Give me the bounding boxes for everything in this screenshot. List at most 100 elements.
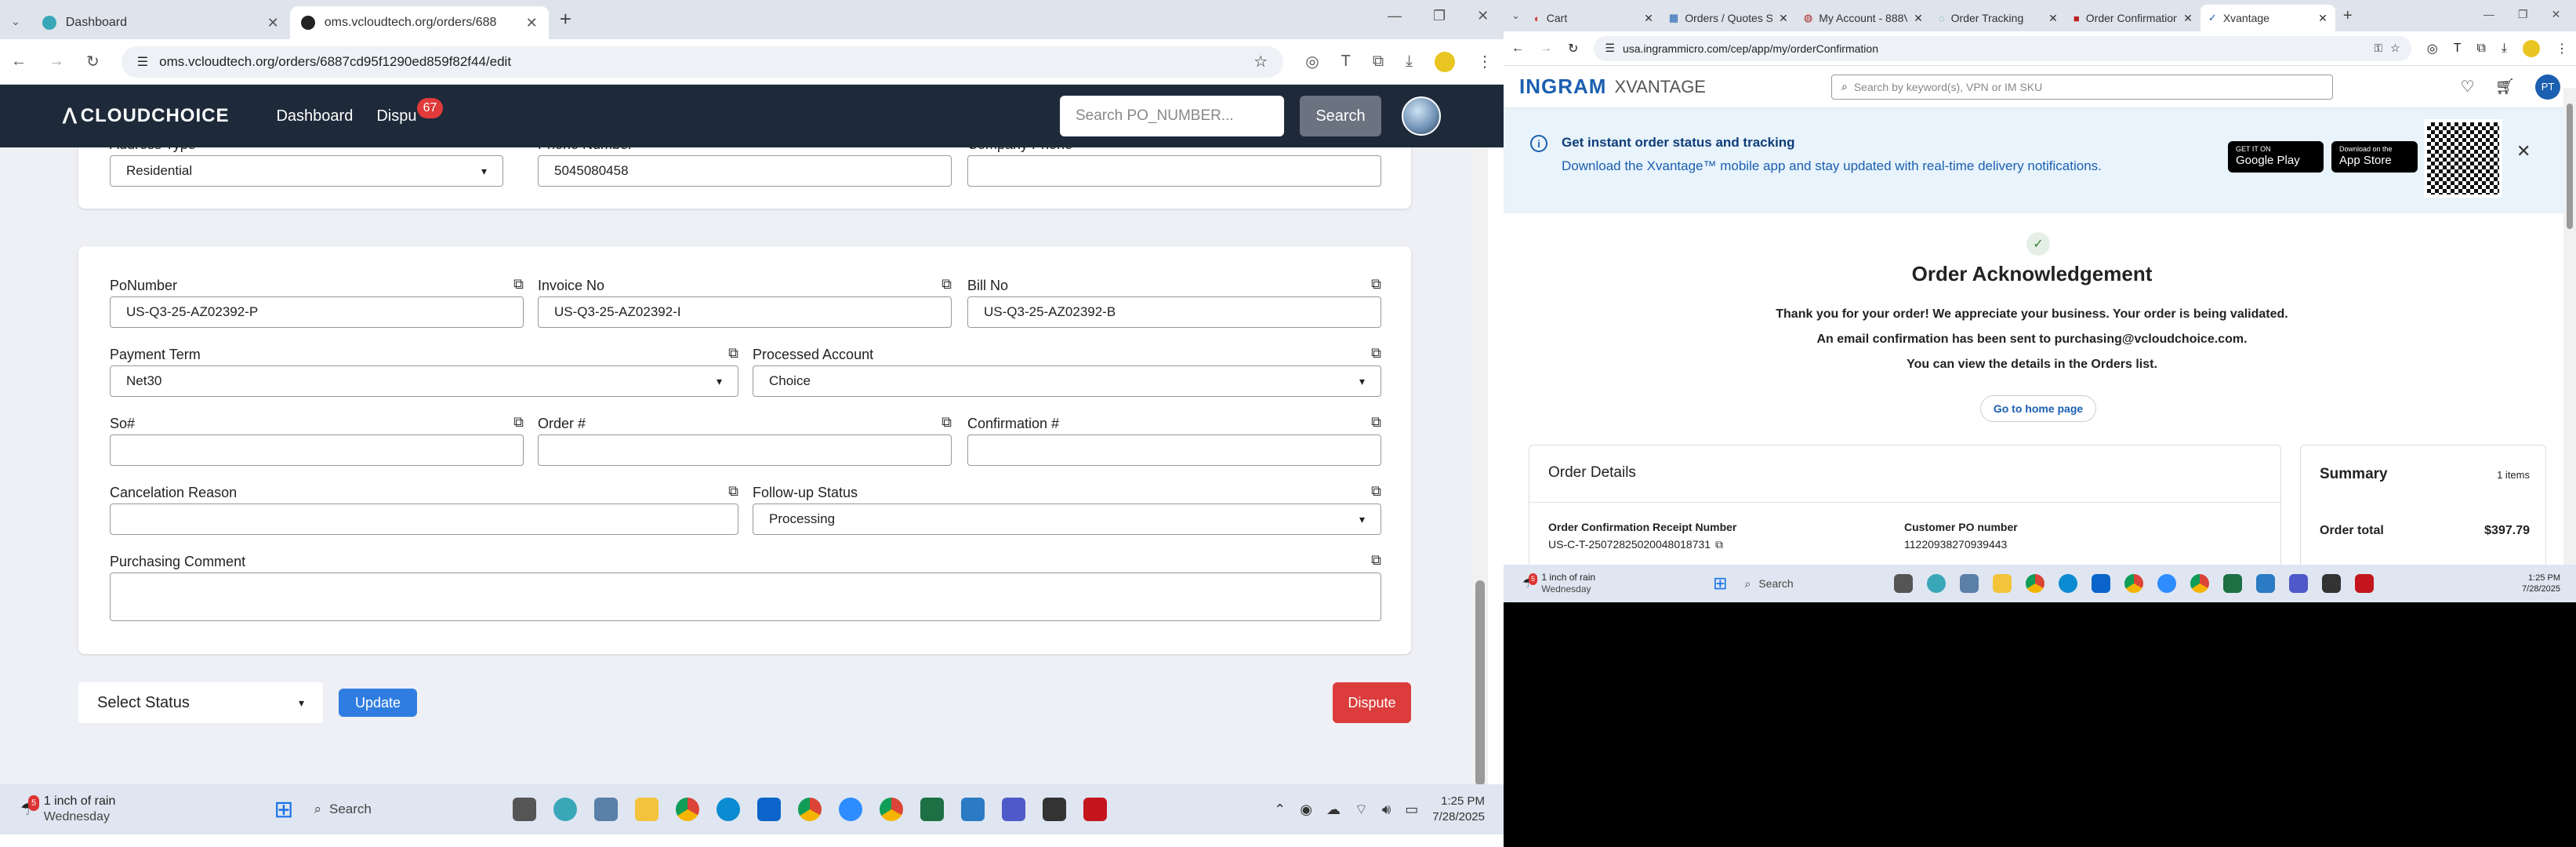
new-tab-icon[interactable]: + xyxy=(560,7,571,31)
copy-icon[interactable]: ⧉ xyxy=(1371,483,1381,500)
phone-input[interactable]: 5045080458 xyxy=(538,155,952,187)
media-app-icon[interactable] xyxy=(1043,798,1067,821)
forward-icon[interactable]: → xyxy=(49,53,64,71)
profile-icon[interactable] xyxy=(2523,39,2540,57)
chrome-icon[interactable] xyxy=(676,798,700,821)
browser-app-icon[interactable] xyxy=(1926,574,1946,593)
acrobat-icon[interactable] xyxy=(1083,798,1108,821)
user-avatar[interactable]: PT xyxy=(2535,74,2560,100)
scrollbar-thumb[interactable] xyxy=(1475,580,1485,786)
excel-icon[interactable] xyxy=(920,798,945,821)
zoom-icon[interactable] xyxy=(839,798,863,821)
bill-no-input[interactable]: US-Q3-25-AZ02392-B xyxy=(967,296,1381,328)
copy-icon[interactable]: ⧉ xyxy=(1371,276,1381,293)
tab-my-account[interactable]: ◍ My Account - 888Vo ✕ xyxy=(1796,5,1931,31)
download-icon[interactable]: ⤓ xyxy=(2502,42,2507,56)
windows-start-icon[interactable]: ⊞ xyxy=(274,796,293,823)
company-phone-input[interactable] xyxy=(967,155,1381,187)
close-window-icon[interactable]: ✕ xyxy=(2552,8,2561,21)
maximize-icon[interactable]: ❐ xyxy=(1433,8,1446,24)
invoice-no-input[interactable]: US-Q3-25-AZ02392-I xyxy=(538,296,952,328)
taskbar-search[interactable]: ⌕ Search xyxy=(1732,572,1881,595)
chrome-profile2-icon[interactable] xyxy=(2190,574,2209,593)
reload-icon[interactable]: ↻ xyxy=(86,52,100,71)
copy-icon[interactable]: ⧉ xyxy=(1371,345,1381,362)
zoom-icon[interactable] xyxy=(2157,574,2176,593)
order-number-input[interactable] xyxy=(538,434,952,466)
close-icon[interactable]: ✕ xyxy=(2048,12,2058,25)
clock[interactable]: 1:25 PM 7/28/2025 xyxy=(2522,573,2560,594)
nav-disputes[interactable]: Dispu 67 xyxy=(376,97,444,125)
purchasing-comment-textarea[interactable] xyxy=(110,573,1381,621)
copy-icon[interactable]: ⧉ xyxy=(1371,552,1381,569)
nav-dashboard[interactable]: Dashboard xyxy=(276,107,353,125)
tab-order-edit[interactable]: oms.vcloudtech.org/orders/688 ✕ xyxy=(289,6,549,39)
back-icon[interactable]: ← xyxy=(11,53,27,71)
site-info-icon[interactable]: ☰ xyxy=(137,54,148,70)
address-type-select[interactable]: Residential ▾ xyxy=(110,155,503,187)
teams-icon[interactable] xyxy=(2288,574,2308,593)
clock[interactable]: 1:25 PM 7/28/2025 xyxy=(1432,794,1485,825)
close-icon[interactable]: ✕ xyxy=(2318,12,2327,25)
ingram-logo[interactable]: INGRAM xyxy=(1519,75,1606,99)
page-scrollbar[interactable] xyxy=(1472,147,1488,795)
copy-icon[interactable]: ⧉ xyxy=(1715,538,1723,551)
tab-order-confirmation[interactable]: ■ Order Confirmation ✕ xyxy=(2066,5,2200,31)
cloudchoice-logo[interactable]: ᐱ CLOUDCHOICE xyxy=(63,104,229,129)
app-store-badge[interactable]: Download on the App Store xyxy=(2331,141,2418,173)
chrome-icon[interactable] xyxy=(2025,574,2044,593)
so-input[interactable] xyxy=(110,434,524,466)
close-icon[interactable]: ✕ xyxy=(1644,12,1653,25)
close-icon[interactable]: ✕ xyxy=(2183,12,2193,25)
copy-icon[interactable]: ⧉ xyxy=(942,276,952,293)
copy-icon[interactable]: ⧉ xyxy=(1371,147,1381,151)
copy-icon[interactable]: ⧉ xyxy=(493,147,503,151)
copy-icon[interactable]: ⧉ xyxy=(942,147,952,151)
onedrive-icon[interactable]: ☁ xyxy=(1326,802,1341,818)
reload-icon[interactable]: ↻ xyxy=(1568,41,1578,56)
url-field[interactable]: ☰ oms.vcloudtech.org/orders/6887cd95f129… xyxy=(121,45,1284,78)
followup-status-select[interactable]: Processing ▾ xyxy=(753,503,1381,535)
file-explorer-icon[interactable] xyxy=(635,798,659,821)
tab-search-icon[interactable]: ⌄ xyxy=(11,15,20,28)
file-explorer-icon[interactable] xyxy=(1992,574,2012,593)
back-icon[interactable]: ← xyxy=(1511,42,1524,56)
reader-icon[interactable]: T xyxy=(2454,42,2462,56)
puzzle-icon[interactable]: ⧉ xyxy=(1373,53,1384,71)
tab-order-tracking[interactable]: ◌ Order Tracking ✕ xyxy=(1931,5,2066,31)
outlook-icon[interactable] xyxy=(757,798,782,821)
close-window-icon[interactable]: ✕ xyxy=(1477,8,1489,24)
url-field[interactable]: ☰ usa.ingrammicro.com/cep/app/my/orderCo… xyxy=(1594,35,2411,61)
dispute-button[interactable]: Dispute xyxy=(1333,682,1411,723)
close-icon[interactable]: ✕ xyxy=(1779,12,1788,25)
update-button[interactable]: Update xyxy=(339,689,417,717)
copy-icon[interactable]: ⧉ xyxy=(513,276,524,293)
tab-search-icon[interactable]: ⌄ xyxy=(1511,9,1520,22)
cart-icon[interactable]: 🛒︎ xyxy=(2495,77,2515,96)
po-search-input[interactable]: Search PO_NUMBER... xyxy=(1060,96,1284,136)
close-icon[interactable]: ✕ xyxy=(267,15,279,31)
calculator-app-icon[interactable] xyxy=(594,798,619,821)
profile-icon[interactable] xyxy=(1435,51,1455,72)
copy-icon[interactable]: ⧉ xyxy=(942,414,952,431)
chrome-profile-icon[interactable] xyxy=(2124,574,2143,593)
tab-dashboard[interactable]: Dashboard ✕ xyxy=(31,6,290,39)
chrome-profile-icon[interactable] xyxy=(798,798,822,821)
scrollbar-thumb[interactable] xyxy=(2567,104,2573,229)
user-avatar[interactable] xyxy=(1402,96,1441,136)
tab-orders-quotes[interactable]: ▦ Orders / Quotes Sea ✕ xyxy=(1661,5,1796,31)
close-icon[interactable]: ✕ xyxy=(2516,141,2531,162)
menu-icon[interactable]: ⋮ xyxy=(2556,41,2568,56)
acrobat-icon[interactable] xyxy=(2354,574,2374,593)
calculator-app-icon[interactable] xyxy=(1959,574,1979,593)
po-number-input[interactable]: US-Q3-25-AZ02392-P xyxy=(110,296,524,328)
edge-icon[interactable] xyxy=(717,798,741,821)
reader-icon[interactable]: T xyxy=(1341,53,1351,71)
bookmark-star-icon[interactable]: ☆ xyxy=(1254,52,1268,71)
puzzle-icon[interactable]: ⧉ xyxy=(2476,42,2485,56)
teams-icon[interactable] xyxy=(1002,798,1026,821)
product-search-input[interactable]: ⌕ Search by keyword(s), VPN or IM SKU xyxy=(1830,74,2333,100)
battery-icon[interactable]: ▭ xyxy=(1405,802,1418,818)
weather-widget[interactable]: ☂ 5 1 inch of rain Wednesday xyxy=(1522,572,1595,595)
minimize-icon[interactable]: — xyxy=(2483,8,2494,21)
